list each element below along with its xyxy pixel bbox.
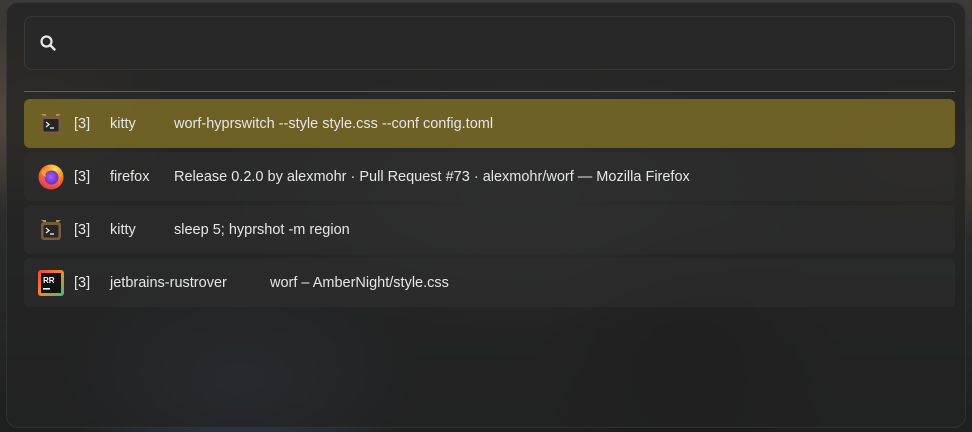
search-box[interactable] bbox=[24, 16, 955, 70]
workspace-label: [3] bbox=[74, 115, 91, 132]
workspace-label: [3] bbox=[74, 168, 91, 185]
divider bbox=[24, 91, 955, 92]
window-title: Release 0.2.0 by alexmohr · Pull Request… bbox=[174, 168, 690, 185]
app-name: kitty bbox=[110, 221, 136, 238]
workspace-label: [3] bbox=[74, 274, 91, 291]
results-list: [3] kitty worf-hyprswitch --style style.… bbox=[24, 99, 955, 311]
app-name: jetbrains-rustrover bbox=[110, 274, 227, 291]
app-name: kitty bbox=[110, 115, 136, 132]
list-item[interactable]: [3] kitty worf-hyprswitch --style style.… bbox=[24, 99, 955, 148]
launcher-window: [3] kitty worf-hyprswitch --style style.… bbox=[6, 2, 966, 428]
rustrover-icon: RR bbox=[37, 269, 65, 297]
kitty-terminal-icon bbox=[37, 110, 65, 138]
window-title: sleep 5; hyprshot -m region bbox=[174, 221, 350, 238]
window-title: worf – AmberNight/style.css bbox=[270, 274, 449, 291]
app-name: firefox bbox=[110, 168, 150, 185]
list-item[interactable]: [3] firefox Release 0.2.0 by alexmohr · … bbox=[24, 152, 955, 201]
firefox-icon bbox=[37, 163, 65, 191]
list-item[interactable]: [3] kitty sleep 5; hyprshot -m region bbox=[24, 205, 955, 254]
window-title: worf-hyprswitch --style style.css --conf… bbox=[174, 115, 494, 132]
search-icon bbox=[38, 33, 58, 53]
svg-text:RR: RR bbox=[43, 276, 55, 285]
search-input[interactable] bbox=[58, 16, 954, 70]
list-item[interactable]: RR [3] jetbrains-rustrover worf – AmberN… bbox=[24, 258, 955, 307]
kitty-terminal-icon bbox=[37, 216, 65, 244]
workspace-label: [3] bbox=[74, 221, 91, 238]
